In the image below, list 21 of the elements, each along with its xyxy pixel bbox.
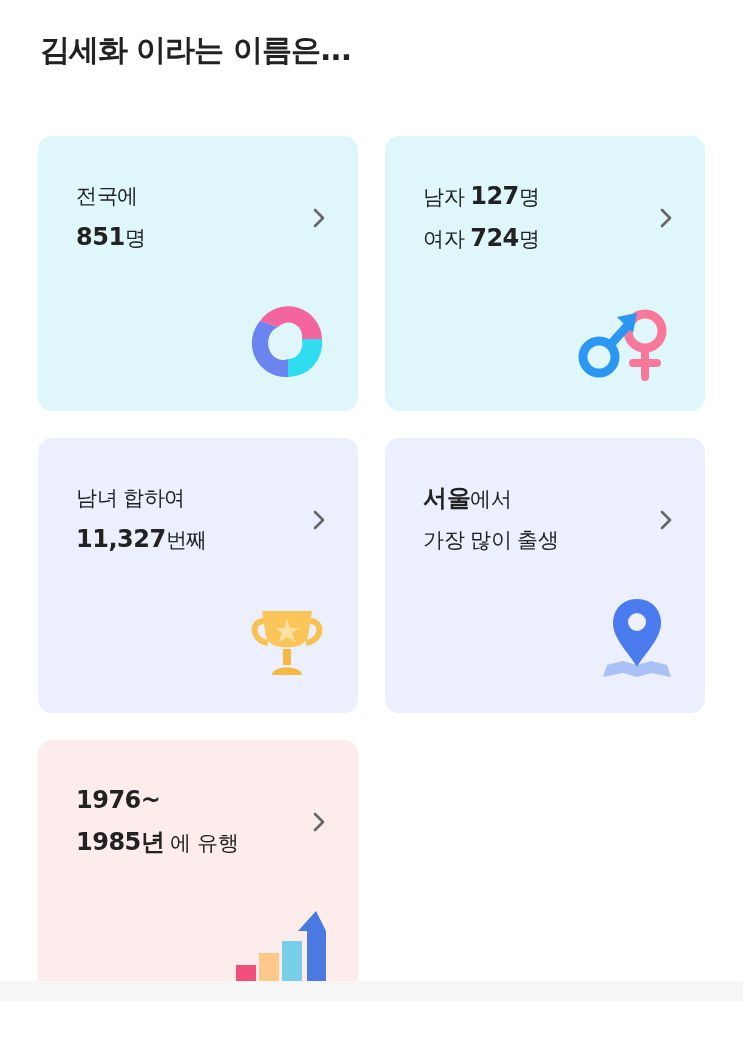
page-title: 김세화 이라는 이름은...: [39, 31, 353, 69]
stat-card[interactable]: 남녀 합하여 11,327번째: [38, 438, 358, 713]
card-text: 가장 많이 출생: [423, 527, 559, 554]
chevron-right-icon: [659, 508, 673, 531]
card-text: 11,327번째: [76, 524, 207, 555]
card-text: 남자 127명: [423, 181, 540, 212]
card-text: 851명: [76, 222, 146, 253]
stat-card[interactable]: 남자 127명 여자 724명: [385, 136, 705, 411]
card-text: 1976~: [76, 785, 162, 816]
stat-card[interactable]: 전국에 851명: [38, 136, 358, 411]
card-text: 서울에서: [423, 483, 512, 514]
stat-card[interactable]: 서울에서 가장 많이 출생: [385, 438, 705, 713]
card-text: 여자 724명: [423, 223, 540, 254]
card-text: 남녀 합하여: [76, 485, 186, 512]
chevron-right-icon: [312, 508, 326, 531]
card-text: 전국에: [76, 183, 139, 210]
stat-card[interactable]: 1976~ 1985년 에 유행: [38, 740, 358, 981]
card-text: 1985년 에 유행: [76, 827, 239, 858]
chevron-right-icon: [659, 207, 673, 229]
chevron-right-icon: [312, 206, 326, 229]
chevron-right-icon: [312, 811, 326, 833]
